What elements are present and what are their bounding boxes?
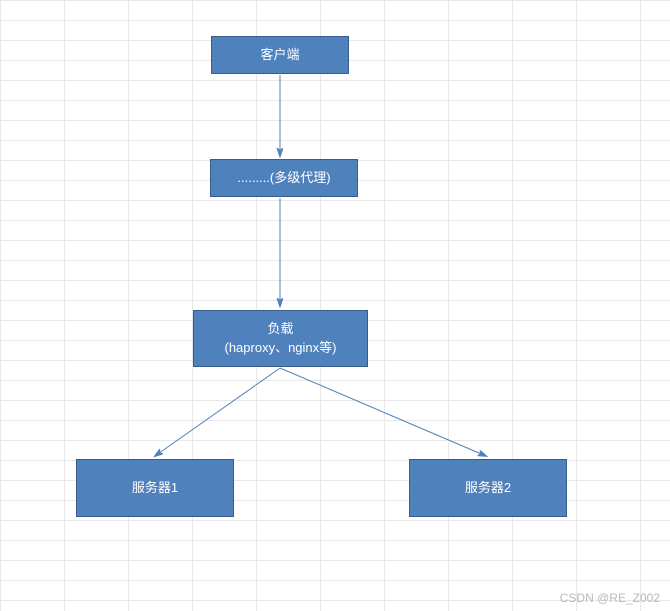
spreadsheet-grid (0, 0, 670, 611)
watermark: CSDN @RE_Z002 (560, 591, 660, 605)
watermark-author: @RE_Z002 (597, 591, 660, 605)
node-server1: 服务器1 (76, 459, 234, 517)
node-lb-line2: (haproxy、nginx等) (225, 339, 337, 357)
node-load-balancer: 负载 (haproxy、nginx等) (193, 310, 368, 367)
node-proxy: .........(多级代理) (210, 159, 358, 197)
node-client-label: 客户端 (260, 46, 299, 64)
node-lb-line1: 负载 (267, 320, 293, 338)
node-server2: 服务器2 (409, 459, 567, 517)
node-server1-label: 服务器1 (132, 479, 178, 497)
node-server2-label: 服务器2 (465, 479, 511, 497)
node-client: 客户端 (211, 36, 349, 74)
watermark-prefix: CSDN (560, 591, 597, 605)
node-proxy-label: .........(多级代理) (237, 169, 330, 187)
